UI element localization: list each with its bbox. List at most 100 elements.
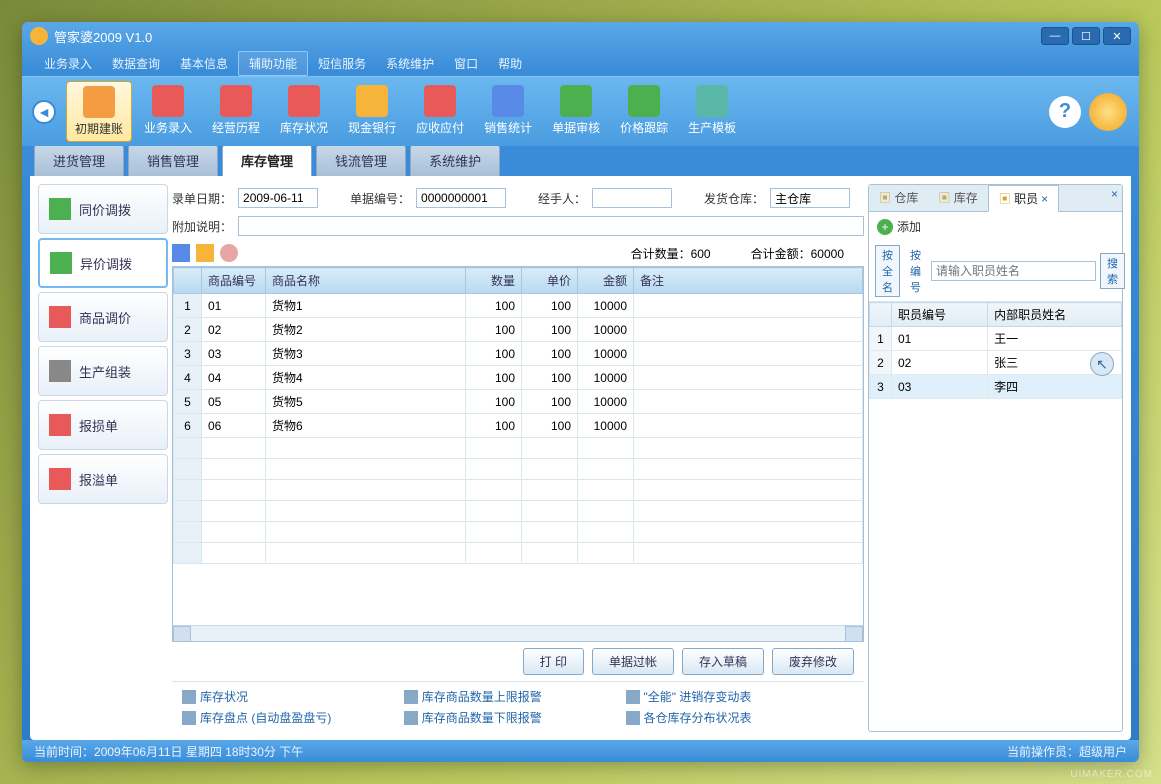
staff-grid-header[interactable]: 内部职员姓名 — [988, 303, 1122, 327]
sidebar-item[interactable]: 报损单 — [38, 400, 168, 450]
date-label: 录单日期： — [172, 190, 232, 207]
main-tab[interactable]: 库存管理 — [222, 144, 312, 176]
right-tab[interactable]: ▣ 职员× — [988, 185, 1059, 212]
handler-input[interactable] — [592, 188, 672, 208]
right-tab[interactable]: ▣ 仓库 — [869, 185, 928, 211]
quick-link[interactable]: "全能" 进销存变动表 — [626, 688, 848, 705]
grid-tool-icon-2[interactable] — [196, 244, 214, 262]
table-row[interactable]: 505货物510010010000 — [174, 390, 863, 414]
titlebar[interactable]: 管家婆2009 V1.0 — ☐ ✕ — [22, 22, 1139, 50]
quick-link[interactable]: 库存状况 — [182, 688, 404, 705]
toolbar-button[interactable]: 价格跟踪 — [612, 81, 676, 142]
note-input[interactable] — [238, 216, 864, 236]
items-grid[interactable]: 商品编号商品名称数量单价金额备注101货物110010010000202货物21… — [172, 266, 864, 642]
toolbar-button[interactable]: 应收应付 — [408, 81, 472, 142]
table-cell: 100 — [522, 366, 578, 390]
table-row[interactable]: 202货物210010010000 — [174, 318, 863, 342]
table-row-empty[interactable] — [174, 501, 863, 522]
grid-header[interactable]: 数量 — [466, 268, 522, 294]
minimize-button[interactable]: — — [1041, 27, 1069, 45]
search-button[interactable]: 搜索 — [1100, 253, 1125, 289]
toolbar-label: 初期建账 — [75, 120, 123, 137]
main-tab[interactable]: 销售管理 — [128, 144, 218, 176]
grid-header[interactable]: 金额 — [578, 268, 634, 294]
toolbar-button[interactable]: 初期建账 — [66, 81, 132, 142]
table-row-empty[interactable] — [174, 438, 863, 459]
staff-row[interactable]: 202张三 — [870, 351, 1122, 375]
right-tab[interactable]: ▣ 库存 — [928, 185, 987, 211]
sidebar-item[interactable]: 同价调拨 — [38, 184, 168, 234]
table-cell: 货物5 — [266, 390, 466, 414]
brand-swirl-icon[interactable] — [1089, 93, 1127, 131]
staff-row[interactable]: 303李四 — [870, 375, 1122, 399]
sidebar-item[interactable]: 商品调价 — [38, 292, 168, 342]
table-cell: 货物2 — [266, 318, 466, 342]
main-tab[interactable]: 系统维护 — [410, 144, 500, 176]
table-row[interactable]: 404货物410010010000 — [174, 366, 863, 390]
table-cell — [634, 294, 863, 318]
menu-item[interactable]: 辅助功能 — [238, 51, 308, 76]
search-byno-button[interactable]: 按编号 — [904, 246, 927, 296]
table-row[interactable]: 606货物610010010000 — [174, 414, 863, 438]
quick-link[interactable]: 各仓库存分布状况表 — [626, 709, 848, 726]
quick-link[interactable]: 库存商品数量上限报警 — [404, 688, 626, 705]
grid-header[interactable]: 商品名称 — [266, 268, 466, 294]
grid-header[interactable]: 单价 — [522, 268, 578, 294]
staff-grid-header[interactable] — [870, 303, 892, 327]
main-tab[interactable]: 钱流管理 — [316, 144, 406, 176]
search-input[interactable] — [931, 261, 1096, 281]
grid-header[interactable]: 备注 — [634, 268, 863, 294]
menu-item[interactable]: 窗口 — [444, 52, 488, 75]
docno-input[interactable] — [416, 188, 506, 208]
grid-nav-arrow-icon[interactable]: ↖ — [1090, 352, 1114, 376]
close-button[interactable]: ✕ — [1103, 27, 1131, 45]
warehouse-input[interactable] — [770, 188, 850, 208]
quick-link[interactable]: 库存盘点 (自动盘盈盘亏) — [182, 709, 404, 726]
sidebar-item[interactable]: 异价调拨 — [38, 238, 168, 288]
date-input[interactable] — [238, 188, 318, 208]
table-row[interactable]: 101货物110010010000 — [174, 294, 863, 318]
toolbar-button[interactable]: 经营历程 — [204, 81, 268, 142]
table-row-empty[interactable] — [174, 480, 863, 501]
menu-item[interactable]: 业务录入 — [34, 52, 102, 75]
table-row[interactable]: 303货物310010010000 — [174, 342, 863, 366]
quick-link[interactable]: 库存商品数量下限报警 — [404, 709, 626, 726]
main-tab[interactable]: 进货管理 — [34, 144, 124, 176]
grid-header[interactable]: 商品编号 — [202, 268, 266, 294]
add-button[interactable]: + 添加 — [869, 212, 1122, 241]
toolbar-button[interactable]: 现金银行 — [340, 81, 404, 142]
quick-links: 库存状况库存商品数量上限报警"全能" 进销存变动表库存盘点 (自动盘盈盘亏)库存… — [172, 681, 864, 732]
sidebar-item[interactable]: 生产组装 — [38, 346, 168, 396]
staff-row[interactable]: 101王一 — [870, 327, 1122, 351]
back-button[interactable]: ◄ — [32, 100, 56, 124]
action-button[interactable]: 废弃修改 — [772, 648, 854, 675]
grid-header[interactable] — [174, 268, 202, 294]
toolbar-button[interactable]: 库存状况 — [272, 81, 336, 142]
table-row-empty[interactable] — [174, 543, 863, 564]
action-button[interactable]: 存入草稿 — [682, 648, 764, 675]
maximize-button[interactable]: ☐ — [1072, 27, 1100, 45]
help-icon[interactable]: ? — [1049, 96, 1081, 128]
menu-item[interactable]: 基本信息 — [170, 52, 238, 75]
table-row-empty[interactable] — [174, 522, 863, 543]
toolbar-button[interactable]: 业务录入 — [136, 81, 200, 142]
toolbar-button[interactable]: 单据审核 — [544, 81, 608, 142]
staff-grid-header[interactable]: 职员编号 — [892, 303, 988, 327]
table-row-empty[interactable] — [174, 459, 863, 480]
menu-item[interactable]: 帮助 — [488, 52, 532, 75]
search-byname-button[interactable]: 按全名 — [875, 245, 900, 297]
tab-close-icon[interactable]: × — [1041, 192, 1048, 206]
sidebar-item[interactable]: 报溢单 — [38, 454, 168, 504]
action-button[interactable]: 单据过帐 — [592, 648, 674, 675]
menu-item[interactable]: 系统维护 — [376, 52, 444, 75]
grid-tool-icon-1[interactable] — [172, 244, 190, 262]
horizontal-scrollbar[interactable] — [173, 625, 863, 641]
toolbar-button[interactable]: 生产模板 — [680, 81, 744, 142]
action-button[interactable]: 打 印 — [523, 648, 584, 675]
staff-grid[interactable]: 职员编号内部职员姓名101王一202张三303李四 ↖ — [869, 302, 1122, 731]
menu-item[interactable]: 短信服务 — [308, 52, 376, 75]
grid-tool-icon-3[interactable] — [220, 244, 238, 262]
pane-close-icon[interactable]: × — [1111, 187, 1118, 201]
menu-item[interactable]: 数据查询 — [102, 52, 170, 75]
toolbar-button[interactable]: 销售统计 — [476, 81, 540, 142]
